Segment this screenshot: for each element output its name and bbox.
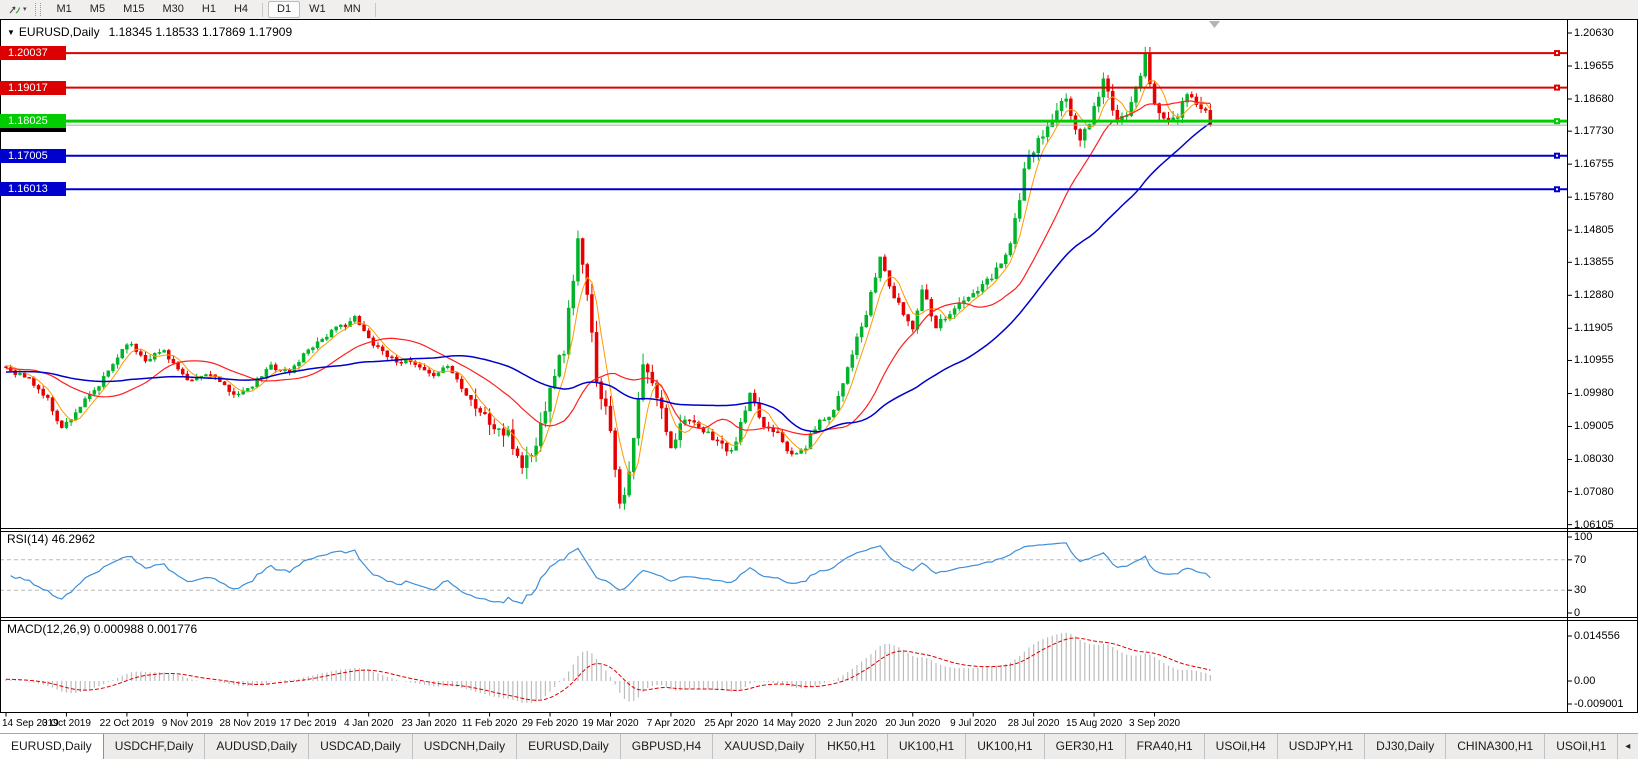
hline-price-label-1.20037: 1.20037 (0, 46, 66, 61)
date-label: 15 Aug 2020 (1066, 718, 1123, 729)
collapse-arrow-icon[interactable]: ▼ (7, 28, 15, 37)
tab-usoil-h4-13[interactable]: USOil,H4 (1205, 734, 1278, 759)
tab-usdcad-daily-3[interactable]: USDCAD,Daily (309, 734, 413, 759)
date-label: 17 Dec 2019 (279, 718, 337, 729)
date-label: 29 Feb 2020 (521, 718, 579, 729)
tab-china300-h1-16[interactable]: CHINA300,H1 (1446, 734, 1546, 759)
toolbar-separator (262, 2, 264, 17)
date-label: 28 Nov 2019 (219, 718, 277, 729)
tab-gbpusd-h4-6[interactable]: GBPUSD,H4 (621, 734, 714, 759)
hline-price-label-1.19017: 1.19017 (0, 80, 66, 95)
price-axis[interactable] (1568, 19, 1638, 712)
date-label: 19 Mar 2020 (582, 718, 639, 729)
date-label: 28 Jul 2020 (1007, 718, 1060, 729)
tab-usdcnh-daily-4[interactable]: USDCNH,Daily (413, 734, 518, 759)
chart-symbol: EURUSD,Daily (18, 25, 100, 39)
chart-canvas[interactable] (0, 0, 1638, 759)
date-label: 14 May 2020 (762, 718, 821, 729)
tab-scroll-arrows: ◂▸ (1618, 734, 1638, 759)
date-label: 22 Oct 2019 (99, 718, 155, 729)
chart-tab-bar: EURUSD,Daily USDCHF,Daily AUDUSD,Daily USDC… (0, 733, 1638, 759)
tab-eurusd-daily-5[interactable]: EURUSD,Daily (517, 734, 621, 759)
timeframe-button-m1[interactable]: M1 (48, 1, 81, 18)
date-label: 7 Apr 2020 (646, 718, 696, 729)
tab-usdjpy-h1-14[interactable]: USDJPY,H1 (1278, 734, 1366, 759)
tab-fra40-h1-12[interactable]: FRA40,H1 (1126, 734, 1205, 759)
tab-uk100-h1-9[interactable]: UK100,H1 (888, 734, 967, 759)
tab-scroll-left-icon[interactable]: ◂ (1625, 741, 1630, 752)
date-label: 4 Jan 2020 (343, 718, 394, 729)
chart-title: ▼ EURUSD,Daily 1.18345 1.18533 1.17869 1.1… (7, 25, 292, 39)
cursor-tool-button[interactable]: ▾ (5, 3, 30, 16)
hline-price-label-1.17005: 1.17005 (0, 148, 66, 163)
date-label: 20 Jun 2020 (885, 718, 941, 729)
tab-usdchf-daily-1[interactable]: USDCHF,Daily (104, 734, 206, 759)
date-label: 23 Jan 2020 (401, 718, 457, 729)
tab-uk100-h1-10[interactable]: UK100,H1 (966, 734, 1045, 759)
timeframe-button-d1[interactable]: D1 (268, 1, 301, 18)
hline-price-label-1.16013: 1.16013 (0, 182, 66, 197)
date-label: 3 Oct 2019 (41, 718, 91, 729)
top-toolbar: ▾ M1 M5 M15 M30 H1 H4 D1 W1 MN (0, 0, 1638, 19)
tab-audusd-daily-2[interactable]: AUDUSD,Daily (205, 734, 310, 759)
tab-eurusd-daily-0[interactable]: EURUSD,Daily (0, 734, 104, 759)
tab-hk50-h1-8[interactable]: HK50,H1 (816, 734, 888, 759)
timeframe-button-w1[interactable]: W1 (300, 1, 335, 18)
timeframe-button-m30[interactable]: M30 (153, 1, 192, 18)
timeframe-button-mn[interactable]: MN (335, 1, 370, 18)
toolbar-separator (374, 2, 376, 17)
date-label: 25 Apr 2020 (704, 718, 759, 729)
current-price-label: 1.17909 (0, 118, 66, 133)
date-label: 3 Sep 2020 (1128, 718, 1181, 729)
hline-price-label-1.18025: 1.18025 (0, 114, 66, 129)
date-label: 9 Jul 2020 (950, 718, 997, 729)
tab-dj30-daily-15[interactable]: DJ30,Daily (1365, 734, 1447, 759)
timeframe-buttons: M1 M5 M15 M30 H1 H4 D1 W1 MN (48, 1, 381, 18)
chart-ohlc-values: 1.18345 1.18533 1.17869 1.17909 (108, 25, 293, 39)
macd-label: MACD(12,26,9) 0.000988 0.001776 (7, 622, 198, 636)
cursor-tool-icon (9, 6, 21, 14)
date-label: 9 Nov 2019 (161, 718, 213, 729)
tab-ger30-h1-11[interactable]: GER30,H1 (1045, 734, 1126, 759)
date-label: 2 Jun 2020 (827, 718, 878, 729)
date-axis[interactable]: 14 Sep 2019 3 Oct 2019 22 Oct 2019 9 Nov 20… (0, 713, 1638, 733)
timeframe-button-h4[interactable]: H4 (225, 1, 257, 18)
date-label: 11 Feb 2020 (461, 718, 518, 729)
timeframe-button-m5[interactable]: M5 (81, 1, 114, 18)
toolbar-grip[interactable] (34, 3, 41, 16)
tab-xauusd-daily-7[interactable]: XAUUSD,Daily (713, 734, 817, 759)
mt4-window: { "toolbar": { "timeframes": ["M1","M5",… (0, 0, 1638, 759)
labels-layer: ▼ EURUSD,Daily 1.18345 1.18533 1.17869 1.1… (0, 0, 1638, 759)
dropdown-caret-icon[interactable]: ▾ (23, 5, 27, 15)
rsi-label: RSI(14) 46.2962 (7, 532, 96, 546)
timeframe-button-m15[interactable]: M15 (114, 1, 153, 18)
timeframe-button-h1[interactable]: H1 (193, 1, 225, 18)
tab-usoil-h1-17[interactable]: USOil,H1 (1545, 734, 1619, 759)
